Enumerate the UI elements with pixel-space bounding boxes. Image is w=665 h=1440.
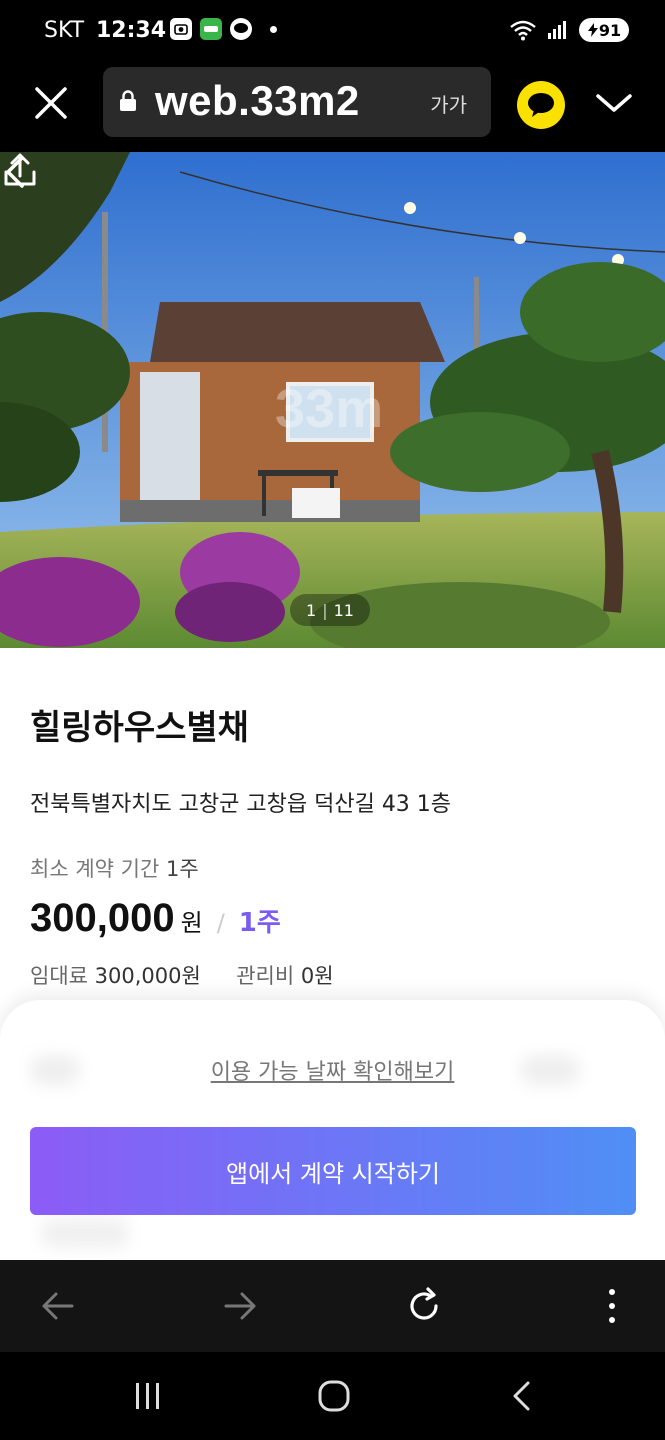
kakaotalk-icon	[230, 18, 252, 40]
font-size-button[interactable]: 가가	[430, 89, 467, 118]
rent-label: 임대료	[30, 964, 88, 988]
wifi-icon	[510, 20, 536, 41]
listing-photo-carousel[interactable]: 33m 1 | 11	[0, 152, 665, 648]
clock: 12:34	[96, 18, 167, 43]
min-term-label: 최소 계약 기간	[30, 857, 160, 881]
svg-text:33m: 33m	[275, 379, 383, 439]
back-arrow-icon[interactable]	[38, 1286, 78, 1326]
fee-breakdown: 임대료 300,000원 관리비 0원	[30, 960, 334, 990]
notification-icons	[170, 18, 277, 40]
browser-toolbar: web.33m2 가가	[0, 62, 665, 152]
browser-bottom-nav	[0, 1260, 665, 1352]
price-row: 300,000 원 / 1주	[30, 896, 281, 941]
start-contract-in-app-button[interactable]: 앱에서 계약 시작하기	[30, 1127, 636, 1215]
kakaotalk-chat-icon	[528, 93, 554, 117]
listing-photo: 33m	[0, 152, 665, 648]
lock-icon	[120, 90, 136, 111]
bottom-sheet: 이용 가능 날짜 확인해보기 앱에서 계약 시작하기	[0, 1000, 665, 1260]
signal-icon	[548, 21, 566, 39]
listing-title: 힐링하우스별채	[30, 708, 249, 748]
rent-value: 300,000원	[94, 964, 201, 988]
blurred-content	[40, 1218, 130, 1248]
refresh-icon[interactable]	[404, 1286, 444, 1326]
image-counter-total: 11	[333, 600, 354, 620]
notification-dot-icon	[270, 25, 277, 33]
url-bar[interactable]: web.33m2 가가	[103, 67, 491, 137]
min-contract-term: 최소 계약 기간 1주	[30, 853, 199, 883]
maintenance-fee-label: 관리비	[236, 964, 295, 988]
price-period: 1주	[238, 908, 281, 938]
listing-address: 전북특별자치도 고창군 고창읍 덕산길 43 1층	[30, 792, 452, 817]
price-amount: 300,000	[30, 896, 175, 940]
carrier-label: SKT	[44, 18, 85, 43]
more-options-icon[interactable]	[592, 1286, 632, 1326]
one-app-icon	[200, 18, 222, 40]
price-unit: 원	[180, 909, 203, 937]
status-bar: SKT 12:34 91	[0, 0, 665, 62]
forward-arrow-icon[interactable]	[220, 1286, 260, 1326]
close-icon[interactable]	[30, 82, 72, 124]
image-counter-separator: |	[322, 600, 328, 620]
url-text[interactable]: web.33m2	[155, 77, 360, 125]
system-nav-bar	[0, 1352, 665, 1440]
camera-scan-icon	[170, 18, 192, 40]
battery-indicator: 91	[579, 18, 629, 42]
charging-icon	[587, 23, 598, 37]
maintenance-fee-value: 0원	[300, 964, 334, 988]
image-counter: 1 | 11	[290, 594, 370, 626]
image-counter-current: 1	[306, 600, 317, 620]
check-availability-link[interactable]: 이용 가능 날짜 확인해보기	[0, 1054, 665, 1086]
system-back-icon[interactable]	[504, 1380, 540, 1412]
price-separator: /	[216, 909, 225, 937]
recent-apps-icon[interactable]	[130, 1380, 166, 1412]
chevron-down-icon[interactable]	[594, 88, 634, 118]
share-icon[interactable]	[0, 152, 40, 188]
battery-level: 91	[598, 20, 622, 40]
min-term-value: 1주	[165, 857, 199, 881]
home-icon[interactable]	[316, 1380, 352, 1412]
system-indicators: 91	[509, 18, 629, 42]
kakaotalk-button[interactable]	[517, 81, 565, 129]
